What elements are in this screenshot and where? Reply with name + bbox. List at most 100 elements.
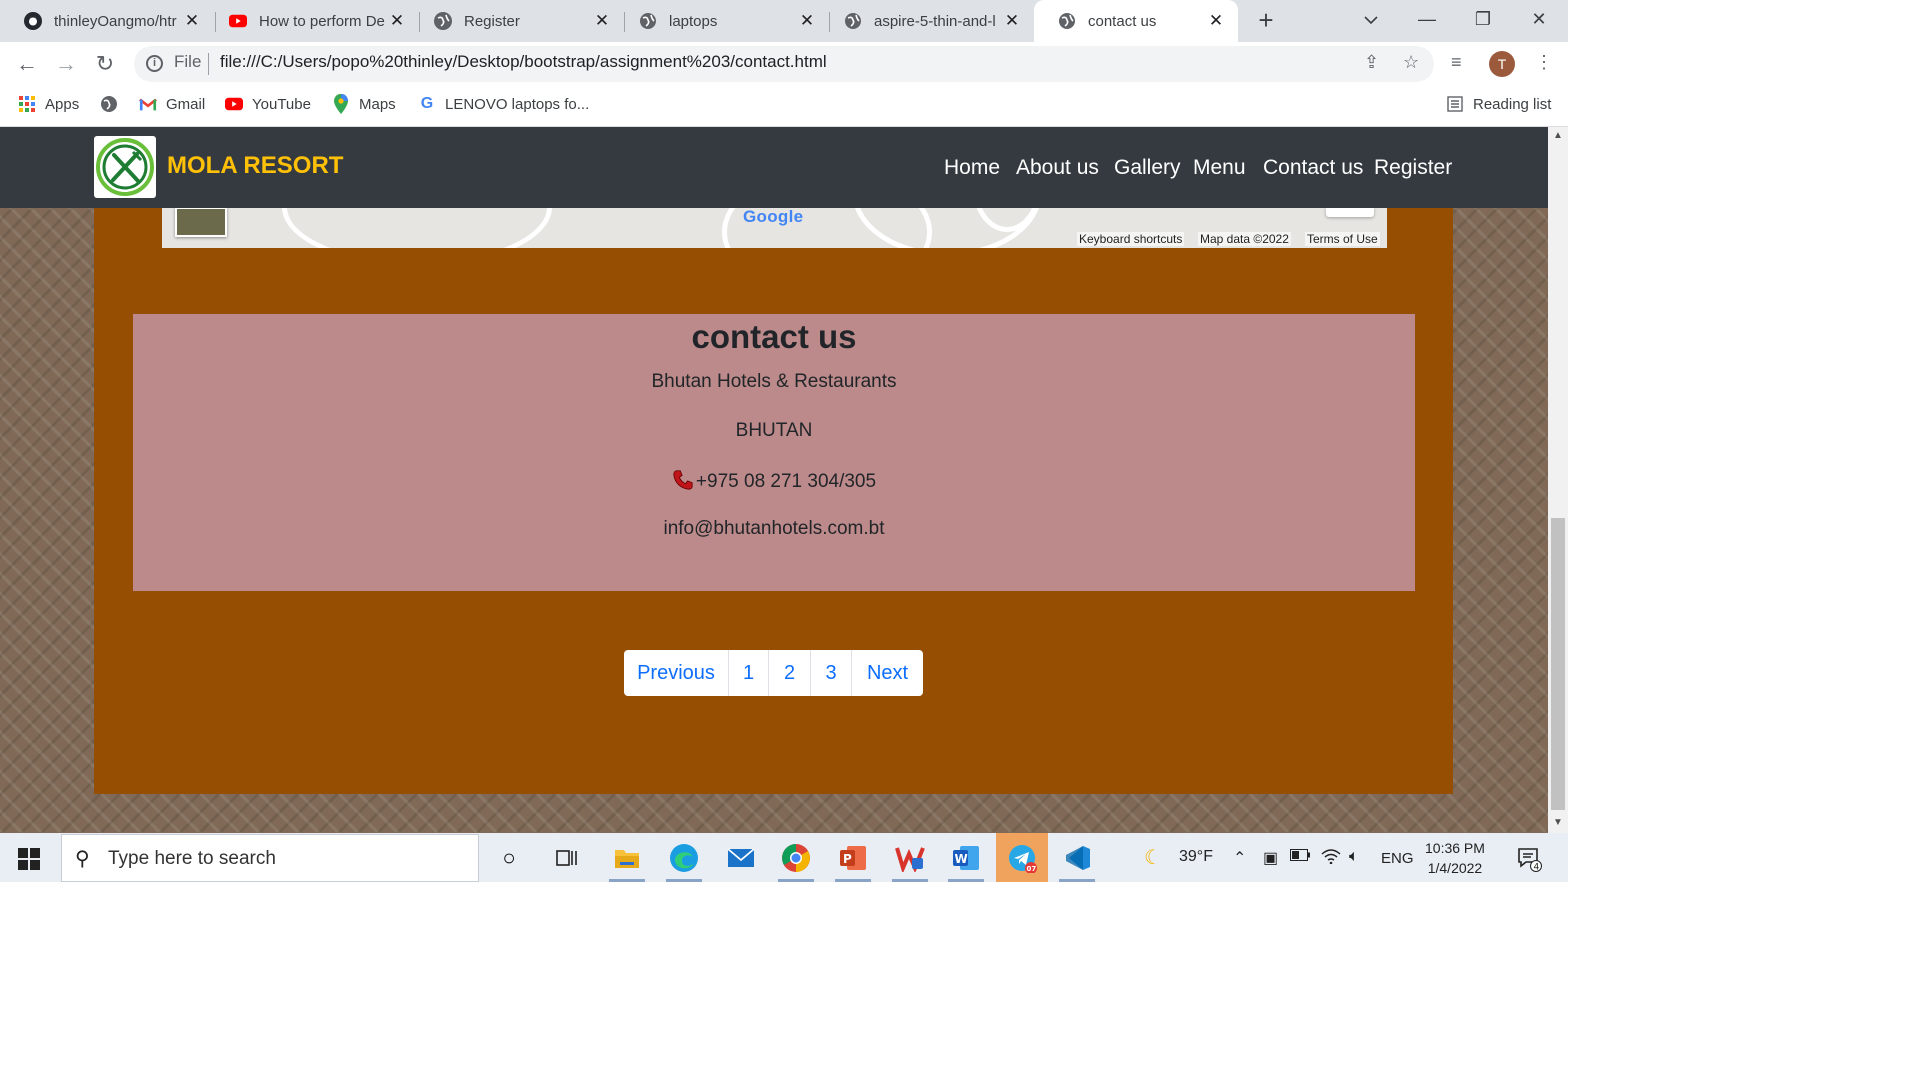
app-running-indicator — [835, 879, 871, 882]
nav-home[interactable]: Home — [944, 156, 1000, 180]
share-icon[interactable]: ⇪ — [1364, 52, 1379, 73]
mail-icon[interactable] — [721, 838, 761, 878]
nav-contact-us[interactable]: Contact us — [1263, 156, 1363, 180]
nav-menu[interactable]: Menu — [1193, 156, 1246, 180]
info-icon[interactable]: i — [146, 55, 163, 72]
tab-title: How to perform De — [259, 12, 385, 30]
globe-icon — [844, 12, 862, 30]
nav-register[interactable]: Register — [1374, 156, 1452, 180]
language-indicator[interactable]: ENG — [1381, 850, 1414, 867]
chevron-up-icon[interactable]: ⌃ — [1233, 848, 1246, 868]
scroll-down-arrow[interactable]: ▼ — [1548, 817, 1568, 828]
close-icon[interactable]: ✕ — [592, 11, 612, 31]
search-placeholder[interactable]: Type here to search — [108, 848, 276, 870]
bookmark-apps[interactable]: Apps — [18, 92, 79, 116]
edge-icon[interactable] — [664, 838, 704, 878]
next-page-button[interactable]: Next — [852, 650, 923, 696]
chrome-icon[interactable] — [776, 838, 816, 878]
close-icon[interactable]: ✕ — [797, 11, 817, 31]
phone-number: +975 08 271 304/305 — [695, 471, 877, 492]
page-3-button[interactable]: 3 — [811, 650, 852, 696]
tab-register[interactable]: Register ✕ — [410, 0, 624, 42]
brand-logo[interactable] — [94, 136, 156, 198]
scroll-up-arrow[interactable]: ▲ — [1548, 130, 1568, 141]
page-2-button[interactable]: 2 — [769, 650, 811, 696]
bookmark-gmail[interactable]: Gmail — [139, 92, 205, 116]
tab-title: contact us — [1088, 12, 1157, 30]
bookmark-label: LENOVO laptops fo... — [445, 95, 590, 113]
window-close-button[interactable]: ✕ — [1511, 0, 1567, 42]
org-name: Bhutan Hotels & Restaurants — [651, 371, 897, 392]
bookmark-globe[interactable] — [100, 92, 127, 116]
email[interactable]: info@bhutanhotels.com.bt — [133, 518, 1415, 540]
notification-center-icon[interactable]: 4 — [1517, 846, 1543, 877]
clock[interactable]: 10:36 PM 1/4/2022 — [1425, 838, 1485, 878]
avatar[interactable]: T — [1489, 51, 1515, 77]
restore-button[interactable]: ❐ — [1455, 0, 1511, 42]
minimize-button[interactable]: — — [1399, 0, 1455, 42]
previous-page-button[interactable]: Previous — [624, 650, 729, 696]
map-zoom-control[interactable] — [1326, 207, 1374, 217]
bookmark-lenovo[interactable]: G LENOVO laptops fo... — [418, 92, 589, 116]
weather-moon-icon[interactable]: ☾ — [1144, 845, 1162, 870]
close-icon[interactable]: ✕ — [1002, 11, 1022, 31]
youtube-icon — [229, 12, 247, 30]
bookmark-maps[interactable]: Maps — [332, 92, 396, 116]
reading-list-button[interactable]: Reading list — [1446, 92, 1551, 116]
menu-icon[interactable]: ⋮ — [1535, 52, 1553, 73]
map-satellite-toggle[interactable] — [175, 207, 227, 237]
volume-icon[interactable]: 🔈︎ — [1349, 848, 1359, 866]
map-data-credit: Map data ©2022 — [1198, 232, 1291, 246]
brand-name[interactable]: MOLA RESORT — [167, 152, 343, 180]
search-icon: ⚲ — [75, 848, 90, 870]
new-tab-button[interactable]: + — [1252, 6, 1280, 34]
cortana-icon[interactable]: ○ — [489, 838, 529, 878]
close-icon[interactable]: ✕ — [182, 11, 202, 31]
keyboard-shortcuts-link[interactable]: Keyboard shortcuts — [1077, 232, 1185, 246]
app-running-indicator — [778, 879, 814, 882]
close-icon[interactable]: ✕ — [387, 11, 407, 31]
wifi-icon[interactable] — [1321, 848, 1341, 869]
restaurant-logo-icon — [96, 138, 154, 196]
tab-title: thinleyOangmo/htr — [54, 12, 177, 30]
tab-laptops[interactable]: laptops ✕ — [615, 0, 829, 42]
wps-icon[interactable] — [890, 838, 930, 878]
nav-gallery[interactable]: Gallery — [1114, 156, 1181, 180]
scrollbar-thumb[interactable] — [1551, 518, 1565, 810]
reload-button[interactable]: ↻ — [90, 50, 120, 78]
word-icon[interactable]: W — [946, 838, 986, 878]
telegram-icon[interactable]: 07 — [996, 833, 1048, 882]
reading-list-label: Reading list — [1473, 95, 1552, 113]
gmail-icon — [139, 95, 157, 113]
star-icon[interactable]: ☆ — [1403, 52, 1419, 73]
bookmark-label: Apps — [45, 95, 80, 113]
media-control-icon[interactable]: ≡ — [1451, 52, 1462, 73]
vscode-icon[interactable] — [1057, 838, 1097, 878]
battery-icon[interactable] — [1290, 848, 1310, 866]
forward-button[interactable]: → — [51, 50, 81, 78]
tab-search-button[interactable] — [1343, 0, 1399, 42]
phone-line: +975 08 271 304/305 — [133, 469, 1415, 493]
page-1-button[interactable]: 1 — [729, 650, 769, 696]
reading-list-icon — [1446, 95, 1464, 113]
tab-contact-us[interactable]: contact us ✕ — [1034, 0, 1238, 42]
powerpoint-icon[interactable]: P — [833, 838, 873, 878]
back-button[interactable]: ← — [12, 50, 42, 78]
youtube-icon — [225, 95, 243, 113]
divider — [208, 53, 209, 75]
meet-now-icon[interactable]: ▣ — [1263, 848, 1278, 868]
weather-temperature[interactable]: 39°F — [1179, 848, 1213, 866]
close-icon[interactable]: ✕ — [1206, 11, 1226, 31]
globe-icon — [639, 12, 657, 30]
file-explorer-icon[interactable] — [607, 838, 647, 878]
tab-youtube[interactable]: How to perform De ✕ — [205, 0, 419, 42]
windows-start-icon[interactable] — [18, 848, 40, 870]
terms-of-use-link[interactable]: Terms of Use — [1305, 232, 1380, 246]
task-view-icon[interactable] — [547, 838, 587, 878]
page-background: Google Keyboard shortcuts Map data ©2022… — [0, 127, 1548, 833]
tab-aspire[interactable]: aspire-5-thin-and-l ✕ — [820, 0, 1034, 42]
tab-github[interactable]: thinleyOangmo/htr ✕ — [0, 0, 214, 42]
bookmark-youtube[interactable]: YouTube — [225, 92, 311, 116]
nav-about-us[interactable]: About us — [1016, 156, 1099, 180]
url-text[interactable]: file:///C:/Users/popo%20thinley/Desktop/… — [220, 52, 827, 72]
